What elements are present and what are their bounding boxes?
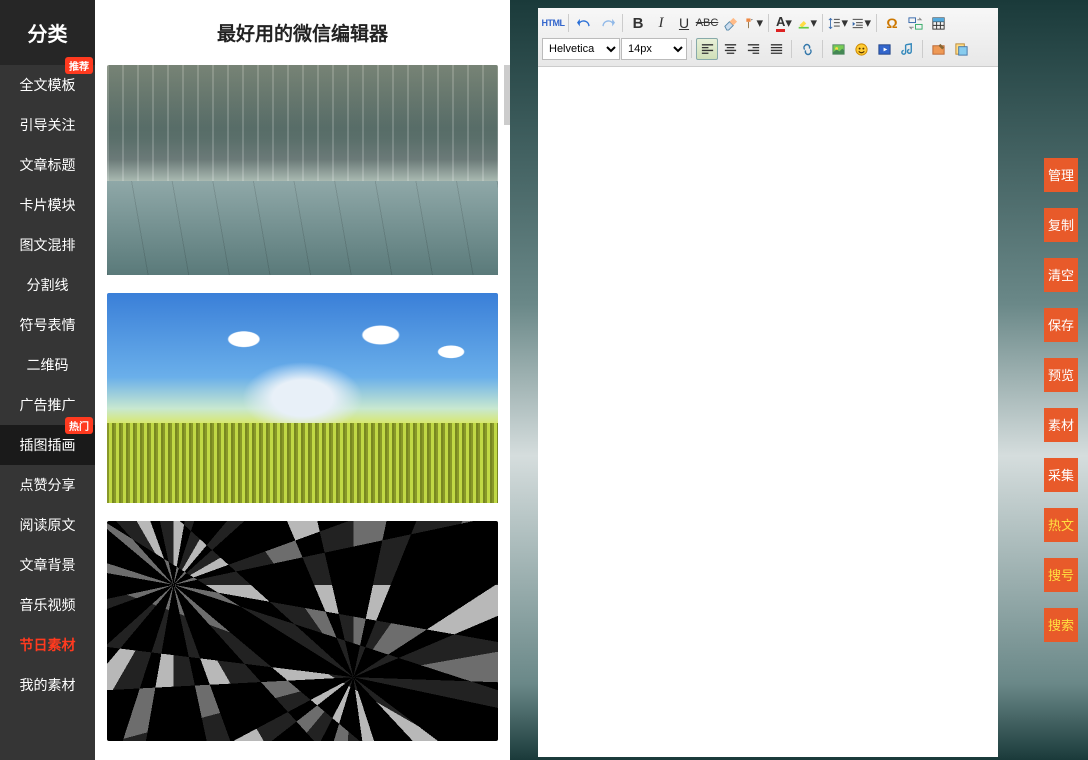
toolbar-separator bbox=[922, 40, 923, 58]
underline-button[interactable]: U bbox=[673, 12, 695, 34]
insert-link-button[interactable] bbox=[796, 38, 818, 60]
rail-button-4[interactable]: 预览 bbox=[1044, 358, 1078, 392]
sidebar-item-2[interactable]: 文章标题 bbox=[0, 145, 95, 185]
rail-button-2[interactable]: 清空 bbox=[1044, 258, 1078, 292]
font-family-select[interactable]: Helvetica bbox=[542, 38, 620, 60]
sidebar-item-label: 全文模板 bbox=[20, 75, 76, 95]
insert-table-button[interactable] bbox=[927, 12, 949, 34]
sidebar-item-14[interactable]: 节日素材 bbox=[0, 625, 95, 665]
redo-button[interactable] bbox=[596, 12, 618, 34]
sidebar-item-label: 音乐视频 bbox=[20, 595, 76, 615]
eraser-button[interactable] bbox=[719, 12, 741, 34]
sidebar-item-label: 图文混排 bbox=[20, 235, 76, 255]
sidebar-item-label: 阅读原文 bbox=[20, 515, 76, 535]
sidebar-item-3[interactable]: 卡片模块 bbox=[0, 185, 95, 225]
align-center-button[interactable] bbox=[719, 38, 741, 60]
indent-button[interactable]: ▾ bbox=[850, 12, 872, 34]
badge-hot: 热门 bbox=[65, 417, 93, 434]
strikethrough-button[interactable]: ABC bbox=[696, 12, 718, 34]
font-color-button[interactable]: A▾ bbox=[773, 12, 795, 34]
rail-button-1[interactable]: 复制 bbox=[1044, 208, 1078, 242]
toolbar-separator bbox=[822, 14, 823, 32]
editor-toolbar: HTML B I U ABC ▾ A▾ ▾ ▾ ▾ Ω Helvetica 14… bbox=[538, 8, 998, 67]
rail-button-9[interactable]: 搜索 bbox=[1044, 608, 1078, 642]
align-left-button[interactable] bbox=[696, 38, 718, 60]
gallery-scrollbar[interactable] bbox=[504, 65, 510, 125]
align-right-button[interactable] bbox=[742, 38, 764, 60]
undo-button[interactable] bbox=[573, 12, 595, 34]
rail-button-7[interactable]: 热文 bbox=[1044, 508, 1078, 542]
sidebar-item-label: 我的素材 bbox=[20, 675, 76, 695]
sidebar-item-label: 分割线 bbox=[27, 275, 69, 295]
sidebar-item-label: 卡片模块 bbox=[20, 195, 76, 215]
toolbar-separator bbox=[791, 40, 792, 58]
rich-text-editor: HTML B I U ABC ▾ A▾ ▾ ▾ ▾ Ω Helvetica 14… bbox=[538, 8, 998, 752]
gallery-title: 最好用的微信编辑器 bbox=[95, 0, 510, 65]
line-height-button[interactable]: ▾ bbox=[827, 12, 849, 34]
sidebar-item-15[interactable]: 我的素材 bbox=[0, 665, 95, 705]
sidebar-item-12[interactable]: 文章背景 bbox=[0, 545, 95, 585]
insert-audio-button[interactable] bbox=[896, 38, 918, 60]
sidebar-item-label: 引导关注 bbox=[20, 115, 76, 135]
badge-recommend: 推荐 bbox=[65, 57, 93, 74]
align-justify-button[interactable] bbox=[765, 38, 787, 60]
find-replace-button[interactable] bbox=[904, 12, 926, 34]
insert-card-button[interactable] bbox=[927, 38, 949, 60]
sidebar-item-9[interactable]: 插图插画热门 bbox=[0, 425, 95, 465]
highlight-color-button[interactable]: ▾ bbox=[796, 12, 818, 34]
template-thumb-rain[interactable] bbox=[107, 65, 498, 275]
sidebar-item-4[interactable]: 图文混排 bbox=[0, 225, 95, 265]
italic-button[interactable]: I bbox=[650, 12, 672, 34]
toolbar-separator bbox=[568, 14, 569, 32]
sidebar-item-label: 点赞分享 bbox=[20, 475, 76, 495]
sidebar-item-label: 广告推广 bbox=[20, 395, 76, 415]
template-gallery: 最好用的微信编辑器 bbox=[95, 0, 510, 760]
toolbar-separator bbox=[691, 40, 692, 58]
sidebar-item-label: 文章背景 bbox=[20, 555, 76, 575]
sidebar-item-label: 符号表情 bbox=[20, 315, 76, 335]
toolbar-separator bbox=[768, 14, 769, 32]
sidebar-item-label: 插图插画 bbox=[20, 435, 76, 455]
sidebar-item-11[interactable]: 阅读原文 bbox=[0, 505, 95, 545]
insert-template-button[interactable] bbox=[950, 38, 972, 60]
insert-video-button[interactable] bbox=[873, 38, 895, 60]
category-sidebar: 分类 全文模板推荐引导关注文章标题卡片模块图文混排分割线符号表情二维码广告推广插… bbox=[0, 0, 95, 760]
editor-content-area[interactable] bbox=[538, 67, 998, 757]
action-rail: 管理复制清空保存预览素材采集热文搜号搜索 bbox=[1044, 158, 1078, 642]
sidebar-item-7[interactable]: 二维码 bbox=[0, 345, 95, 385]
sidebar-item-label: 文章标题 bbox=[20, 155, 76, 175]
bold-button[interactable]: B bbox=[627, 12, 649, 34]
template-thumb-sky-field[interactable] bbox=[107, 293, 498, 503]
source-html-button[interactable]: HTML bbox=[542, 12, 564, 34]
insert-symbol-button[interactable]: Ω bbox=[881, 12, 903, 34]
sidebar-item-1[interactable]: 引导关注 bbox=[0, 105, 95, 145]
rail-button-0[interactable]: 管理 bbox=[1044, 158, 1078, 192]
sidebar-item-0[interactable]: 全文模板推荐 bbox=[0, 65, 95, 105]
template-thumb-noise[interactable] bbox=[107, 521, 498, 741]
sidebar-header: 分类 bbox=[0, 0, 95, 65]
rail-button-3[interactable]: 保存 bbox=[1044, 308, 1078, 342]
toolbar-separator bbox=[622, 14, 623, 32]
rail-button-8[interactable]: 搜号 bbox=[1044, 558, 1078, 592]
sidebar-item-10[interactable]: 点赞分享 bbox=[0, 465, 95, 505]
toolbar-separator bbox=[822, 40, 823, 58]
font-size-select[interactable]: 14px bbox=[621, 38, 687, 60]
sidebar-item-5[interactable]: 分割线 bbox=[0, 265, 95, 305]
insert-emoji-button[interactable] bbox=[850, 38, 872, 60]
sidebar-item-13[interactable]: 音乐视频 bbox=[0, 585, 95, 625]
sidebar-item-label: 二维码 bbox=[27, 355, 69, 375]
rail-button-5[interactable]: 素材 bbox=[1044, 408, 1078, 442]
toolbar-separator bbox=[876, 14, 877, 32]
sidebar-item-6[interactable]: 符号表情 bbox=[0, 305, 95, 345]
sidebar-item-label: 节日素材 bbox=[20, 635, 76, 655]
format-painter-button[interactable]: ▾ bbox=[742, 12, 764, 34]
rail-button-6[interactable]: 采集 bbox=[1044, 458, 1078, 492]
insert-image-button[interactable] bbox=[827, 38, 849, 60]
